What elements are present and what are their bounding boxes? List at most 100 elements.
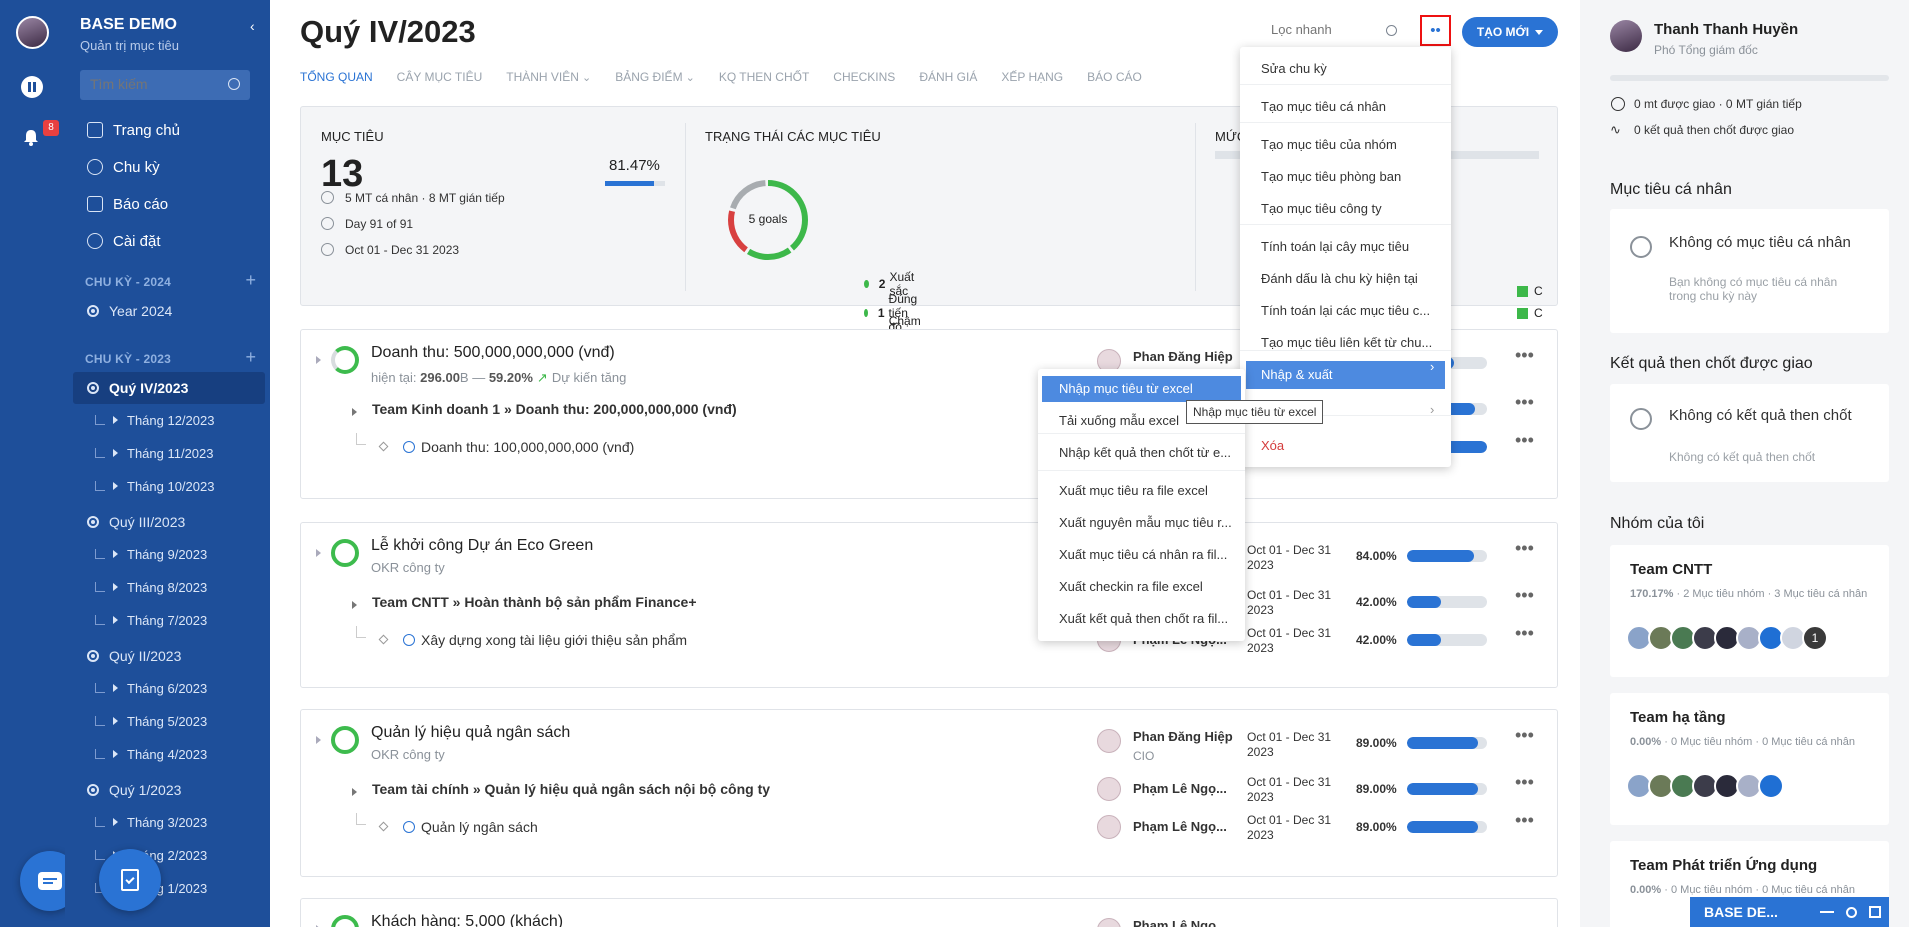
submenu-item[interactable]: Xuất kết quả then chốt ra fil... — [1038, 609, 1245, 629]
notification-bell-icon[interactable] — [22, 128, 40, 146]
sidebar-month-item[interactable]: Tháng 10/2023 — [65, 471, 270, 501]
checkin-fab[interactable] — [99, 849, 161, 911]
key-result-title[interactable]: Xây dựng xong tài liệu giới thiệu sản ph… — [421, 632, 687, 648]
objective-title[interactable]: Quản lý hiệu quả ngân sách — [371, 724, 570, 742]
submenu-item[interactable]: Nhập kết quả then chốt từ e... — [1038, 443, 1245, 463]
sidebar-month-item[interactable]: Tháng 1/2023 — [65, 873, 270, 903]
menu-item[interactable]: Tính toán lại các mục tiêu c... — [1240, 301, 1451, 321]
minimize-icon[interactable] — [1820, 911, 1834, 913]
sidebar-nav-item[interactable]: Cài đặt — [65, 228, 270, 254]
menu-item[interactable]: Nhập & xuất — [1246, 361, 1445, 389]
tab-6[interactable]: ĐÁNH GIÁ — [919, 70, 977, 84]
sidebar-cycle-item[interactable]: Quý 1/2023 — [65, 774, 270, 806]
row-options-icon[interactable]: ••• — [1515, 585, 1534, 606]
submenu-item[interactable]: Xuất checkin ra file excel — [1038, 577, 1245, 597]
tab-3[interactable]: BẢNG ĐIỂM — [615, 70, 695, 84]
expand-caret-icon[interactable] — [352, 788, 357, 796]
sidebar-month-item[interactable]: Tháng 4/2023 — [65, 739, 270, 769]
quick-filter-input[interactable] — [1271, 22, 1381, 37]
sidebar-search[interactable] — [80, 70, 250, 100]
expand-caret-icon[interactable] — [113, 616, 118, 624]
objective-title[interactable]: Doanh thu: 500,000,000,000 (vnđ) — [371, 344, 615, 362]
more-options-button[interactable]: •• — [1420, 15, 1451, 46]
sidebar-month-item[interactable]: Tháng 2/2023 — [65, 840, 270, 870]
expand-caret-icon[interactable] — [113, 583, 118, 591]
sidebar-cycle-item[interactable]: Quý II/2023 — [65, 640, 270, 672]
sidebar-month-item[interactable]: Tháng 8/2023 — [65, 572, 270, 602]
add-cycle-icon[interactable]: + — [245, 347, 256, 368]
sidebar-cycle-item[interactable]: Year 2024 — [65, 295, 270, 327]
menu-item[interactable]: Tạo mục tiêu phòng ban — [1240, 167, 1451, 187]
tab-2[interactable]: THÀNH VIÊN — [506, 70, 591, 84]
chat-widget[interactable]: BASE DE... — [1690, 897, 1889, 927]
tab-0[interactable]: TỔNG QUAN — [300, 70, 373, 84]
expand-caret-icon[interactable] — [113, 750, 118, 758]
expand-caret-icon[interactable] — [352, 601, 357, 609]
expand-caret-icon[interactable] — [316, 549, 321, 557]
expand-caret-icon[interactable] — [316, 736, 321, 744]
child-objective-title[interactable]: Team Kinh doanh 1 » Doanh thu: 200,000,0… — [372, 401, 737, 417]
menu-item[interactable]: Tạo mục tiêu của nhóm — [1240, 135, 1451, 155]
external-link-icon[interactable] — [1869, 906, 1881, 918]
key-result-title[interactable]: Doanh thu: 100,000,000,000 (vnđ) — [421, 439, 634, 455]
expand-caret-icon[interactable] — [113, 818, 118, 826]
menu-item[interactable]: Sửa chu kỳ — [1240, 59, 1451, 79]
sidebar-month-item[interactable]: Tháng 11/2023 — [65, 438, 270, 468]
expand-caret-icon[interactable] — [113, 684, 118, 692]
more-members-count[interactable]: 1 — [1802, 625, 1828, 651]
sidebar-month-item[interactable]: Tháng 9/2023 — [65, 539, 270, 569]
tab-8[interactable]: BÁO CÁO — [1087, 70, 1142, 84]
goals-app-icon[interactable] — [21, 76, 43, 98]
expand-caret-icon[interactable] — [316, 356, 321, 364]
row-options-icon[interactable]: ••• — [1515, 810, 1534, 831]
child-objective-title[interactable]: Team tài chính » Quản lý hiệu quả ngân s… — [372, 781, 770, 797]
expand-caret-icon[interactable] — [113, 550, 118, 558]
tab-4[interactable]: KQ THEN CHỐT — [719, 70, 809, 84]
tab-1[interactable]: CÂY MỤC TIÊU — [397, 70, 483, 84]
objective-title[interactable]: Khách hàng: 5,000 (khách) — [371, 913, 563, 927]
quick-filter[interactable] — [1265, 16, 1405, 46]
expand-caret-icon[interactable] — [113, 449, 118, 457]
user-avatar[interactable] — [16, 16, 49, 49]
sidebar-month-item[interactable]: Tháng 5/2023 — [65, 706, 270, 736]
sidebar-month-item[interactable]: Tháng 6/2023 — [65, 673, 270, 703]
submenu-item[interactable]: Nhập mục tiêu từ excel — [1042, 376, 1241, 402]
row-options-icon[interactable]: ••• — [1515, 538, 1534, 559]
submenu-item[interactable]: Xuất mục tiêu ra file excel — [1038, 481, 1245, 501]
row-options-icon[interactable]: ••• — [1515, 725, 1534, 746]
sidebar-nav-item[interactable]: Báo cáo — [65, 191, 270, 217]
key-result-title[interactable]: Quản lý ngân sách — [421, 819, 538, 835]
collapse-sidebar-icon[interactable]: ‹ — [250, 18, 255, 34]
menu-item[interactable]: Tính toán lại cây mục tiêu — [1240, 237, 1451, 257]
row-options-icon[interactable]: ••• — [1515, 430, 1534, 451]
add-cycle-icon[interactable]: + — [245, 270, 256, 291]
menu-item[interactable]: Tạo mục tiêu cá nhân — [1240, 97, 1451, 117]
sidebar-month-item[interactable]: Tháng 3/2023 — [65, 807, 270, 837]
sidebar-search-input[interactable] — [90, 76, 220, 92]
create-new-button[interactable]: TẠO MỚI — [1462, 17, 1558, 47]
sidebar-cycle-item[interactable]: Quý III/2023 — [65, 506, 270, 538]
submenu-item[interactable]: Xuất mục tiêu cá nhân ra fil... — [1038, 545, 1245, 565]
row-options-icon[interactable]: ••• — [1515, 392, 1534, 413]
sidebar-nav-item[interactable]: Chu kỳ — [65, 154, 270, 180]
sidebar-month-item[interactable]: Tháng 12/2023 — [65, 405, 270, 435]
expand-caret-icon[interactable] — [113, 482, 118, 490]
expand-caret-icon[interactable] — [113, 717, 118, 725]
objective-title[interactable]: Lễ khởi công Dự án Eco Green — [371, 537, 593, 555]
search-icon[interactable] — [1846, 906, 1857, 918]
menu-item[interactable]: Đánh dấu là chu kỳ hiện tại — [1240, 269, 1451, 289]
menu-item[interactable]: Tạo mục tiêu công ty — [1240, 199, 1451, 219]
sidebar-nav-item[interactable]: Trang chủ — [65, 117, 270, 143]
sidebar-month-item[interactable]: Tháng 7/2023 — [65, 605, 270, 635]
profile-avatar[interactable] — [1610, 20, 1642, 52]
menu-item[interactable]: Tạo mục tiêu liên kết từ chu... — [1240, 333, 1451, 353]
member-avatar[interactable] — [1758, 773, 1784, 799]
menu-item[interactable]: Xóa — [1240, 436, 1451, 456]
expand-caret-icon[interactable] — [113, 416, 118, 424]
row-options-icon[interactable]: ••• — [1515, 345, 1534, 366]
child-objective-title[interactable]: Team CNTT » Hoàn thành bộ sản phẩm Finan… — [372, 594, 697, 610]
expand-caret-icon[interactable] — [352, 408, 357, 416]
sidebar-cycle-item[interactable]: Quý IV/2023 — [73, 372, 265, 404]
row-options-icon[interactable]: ••• — [1515, 623, 1534, 644]
submenu-item[interactable]: Xuất nguyên mẫu mục tiêu r... — [1038, 513, 1245, 533]
